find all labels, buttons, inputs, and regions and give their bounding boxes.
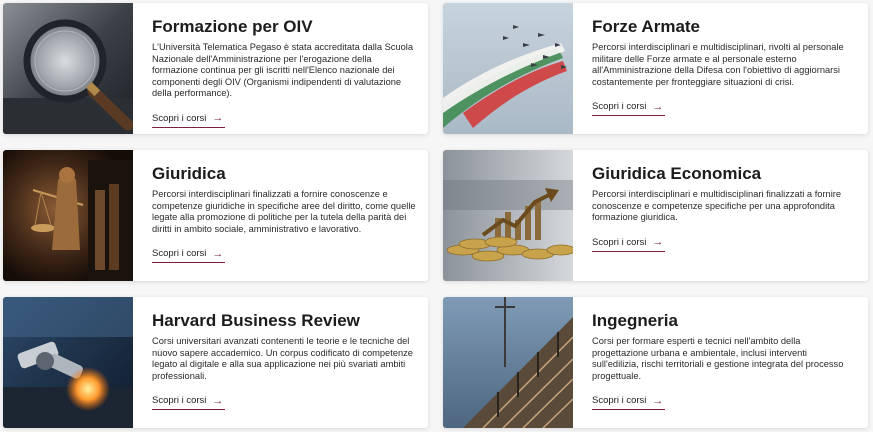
justice-statue-image [3,150,133,281]
construction-scaffold-image [443,297,573,428]
coins-growth-image [443,150,573,281]
card-formazione-oiv[interactable]: Formazione per OIV L'Università Telemati… [3,3,428,134]
card-description: Corsi per formare esperti e tecnici nell… [592,336,844,381]
magnifying-glass-image [3,3,133,134]
arrow-right-icon: → [212,394,224,407]
card-title: Ingegneria [592,311,678,330]
card-description: Percorsi interdisciplinari e multidiscip… [592,189,842,223]
scopri-corsi-link[interactable]: Scopri i corsi → [152,394,226,411]
card-title: Giuridica Economica [592,164,762,183]
frecce-tricolori-image [443,3,573,134]
scopri-corsi-link[interactable]: Scopri i corsi → [152,247,226,264]
card-forze-armate[interactable]: Forze Armate Percorsi interdisciplinari … [443,3,868,134]
card-title: Giuridica [152,164,226,183]
scopri-corsi-link[interactable]: Scopri i corsi → [152,112,226,128]
arrow-right-icon: → [212,112,224,125]
link-label: Scopri i corsi [152,112,207,124]
arrow-right-icon: → [652,394,664,407]
card-harvard-business-review[interactable]: Harvard Business Review Corsi universita… [3,297,428,428]
card-description: L'Università Telematica Pegaso è stata a… [152,42,414,99]
link-label: Scopri i corsi [592,101,647,113]
scopri-corsi-link[interactable]: Scopri i corsi → [592,100,666,117]
scopri-corsi-link[interactable]: Scopri i corsi → [592,236,666,252]
link-label: Scopri i corsi [592,395,647,407]
card-ingegneria[interactable]: Ingegneria Corsi per formare esperti e t… [443,297,868,428]
link-label: Scopri i corsi [152,248,207,260]
card-title: Formazione per OIV [152,17,313,36]
card-description: Percorsi interdisciplinari e multidiscip… [592,42,844,87]
arrow-right-icon: → [652,236,664,249]
scopri-corsi-link[interactable]: Scopri i corsi → [592,394,666,411]
card-title: Harvard Business Review [152,311,360,330]
card-description: Percorsi interdisciplinari finalizzati a… [152,189,416,234]
course-grid: Formazione per OIV L'Università Telemati… [0,0,873,432]
card-description: Corsi universitari avanzati contenenti l… [152,336,413,381]
card-giuridica[interactable]: Giuridica Percorsi interdisciplinari fin… [3,150,428,281]
link-label: Scopri i corsi [592,236,647,248]
link-label: Scopri i corsi [152,395,207,407]
card-giuridica-economica[interactable]: Giuridica Economica Percorsi interdiscip… [443,150,868,281]
robot-arm-image [3,297,133,428]
arrow-right-icon: → [212,247,224,260]
card-title: Forze Armate [592,17,701,36]
arrow-right-icon: → [652,100,664,113]
